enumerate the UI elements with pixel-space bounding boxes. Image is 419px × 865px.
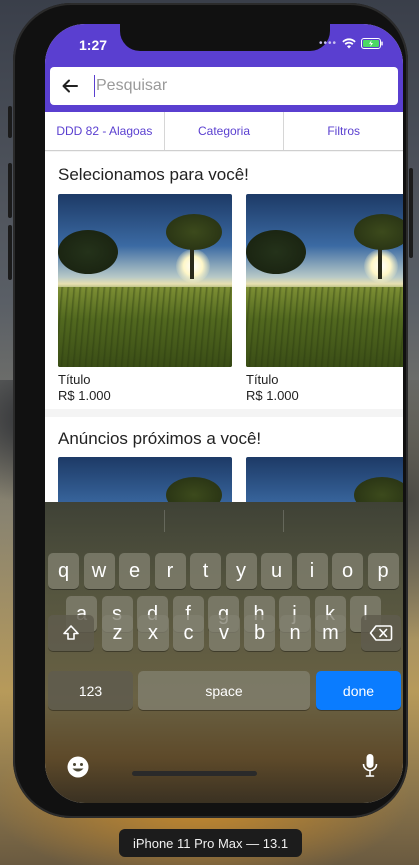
key-z[interactable]: z (102, 615, 133, 651)
battery-icon (361, 38, 383, 49)
notch (120, 24, 330, 51)
region-filter-button[interactable]: DDD 82 - Alagoas (45, 112, 165, 150)
key-o[interactable]: o (332, 553, 363, 589)
key-x[interactable]: x (137, 615, 169, 651)
volume-up-button (8, 163, 12, 218)
search-bar (50, 67, 398, 105)
backspace-icon (369, 625, 393, 641)
key-w[interactable]: w (83, 553, 115, 589)
key-c[interactable]: c (173, 615, 204, 651)
listing-title: Título (58, 372, 91, 387)
section-title: Anúncios próximos a você! (58, 429, 262, 448)
listing-card[interactable]: Título R$ 1.000 (58, 194, 232, 403)
section-title: Selecionamos para você! (58, 165, 249, 184)
key-r[interactable]: r (154, 553, 186, 589)
key-p[interactable]: p (367, 553, 399, 589)
key-q[interactable]: q (48, 553, 79, 589)
app-screen: 1:27 •••• Pesquisar DDD 82 - Alagoas Cat… (45, 24, 403, 803)
app-bar: 1:27 •••• (45, 24, 403, 112)
numbers-key[interactable]: 123 (48, 671, 133, 710)
listing-image (58, 194, 232, 367)
content-scroll-area[interactable]: Selecionamos para você! Título R$ 1.000 (45, 152, 403, 630)
listing-price: R$ 1.000 (246, 388, 299, 403)
space-key[interactable]: space (138, 671, 310, 710)
key-b[interactable]: b (244, 615, 275, 651)
key-u[interactable]: u (261, 553, 292, 589)
back-arrow-icon[interactable] (60, 76, 80, 96)
mute-switch (8, 106, 12, 138)
key-v[interactable]: v (208, 615, 240, 651)
listing-image (246, 194, 403, 367)
filter-bar: DDD 82 - Alagoas Categoria Filtros (45, 112, 403, 151)
microphone-icon[interactable] (362, 753, 378, 779)
search-input[interactable] (94, 75, 378, 97)
listing-title: Título (246, 372, 279, 387)
phone-frame: 1:27 •••• Pesquisar DDD 82 - Alagoas Cat… (8, 3, 413, 818)
status-icons: •••• (319, 38, 383, 49)
key-i[interactable]: i (296, 553, 328, 589)
signal-dots-icon: •••• (318, 38, 337, 49)
key-t[interactable]: t (190, 553, 221, 589)
done-key[interactable]: done (316, 671, 401, 710)
onscreen-keyboard: qwertyuiop asdfghjkl zxcvbnm 123 space d… (45, 502, 403, 803)
status-time: 1:27 (79, 37, 108, 53)
suggestion-bar (45, 502, 403, 540)
filters-button[interactable]: Filtros (284, 112, 403, 150)
home-indicator[interactable] (132, 771, 257, 776)
key-m[interactable]: m (315, 615, 346, 651)
listing-price: R$ 1.000 (58, 388, 111, 403)
shift-key[interactable] (48, 615, 94, 651)
key-y[interactable]: y (225, 553, 257, 589)
shift-icon (63, 625, 79, 640)
backspace-key[interactable] (361, 615, 401, 651)
volume-down-button (8, 225, 12, 280)
key-n[interactable]: n (279, 615, 311, 651)
category-filter-button[interactable]: Categoria (165, 112, 285, 150)
wifi-icon (342, 38, 356, 49)
listing-card[interactable]: Título R$ 1.000 (246, 194, 403, 403)
device-caption: iPhone 11 Pro Max — 13.1 (119, 829, 302, 857)
key-e[interactable]: e (119, 553, 150, 589)
nearby-section: Anúncios próximos a você! (45, 417, 403, 630)
recommended-section: Selecionamos para você! Título R$ 1.000 (45, 152, 403, 409)
power-button (409, 168, 413, 258)
emoji-icon[interactable] (66, 755, 90, 779)
